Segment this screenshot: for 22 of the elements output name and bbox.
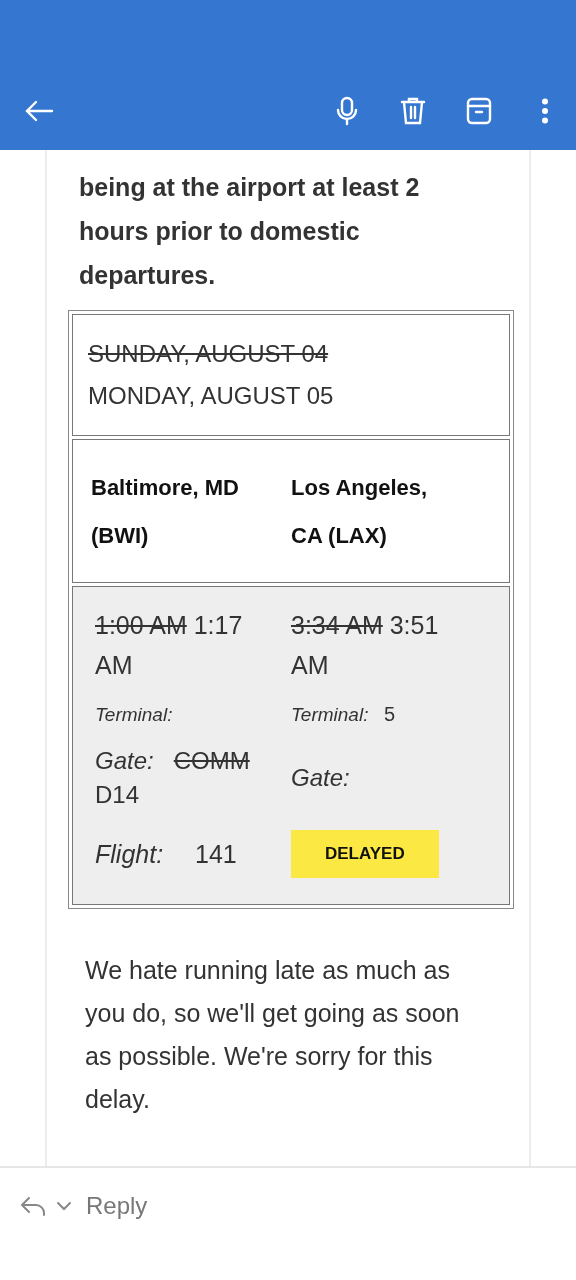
- gate-info: Gate:: [291, 763, 351, 793]
- reminder-text: being at the airport at least 2 hours prior to domestic departures.: [79, 172, 421, 291]
- flight-info: Flight: 141: [95, 839, 238, 869]
- delete-icon[interactable]: [400, 96, 426, 126]
- back-icon[interactable]: [24, 99, 54, 123]
- chevron-down-icon: [56, 1201, 72, 1211]
- archive-icon[interactable]: [466, 97, 492, 125]
- previous-date: SUNDAY, AUGUST 04: [88, 339, 330, 369]
- arrival-time: 3:34 AM 3:51 AM: [291, 610, 440, 681]
- terminal-info: Terminal:: [95, 703, 174, 726]
- arrival-city: Los Angeles, CA (LAX): [291, 474, 429, 550]
- terminal-info: Terminal: 5: [291, 703, 397, 726]
- more-icon[interactable]: [541, 98, 549, 124]
- current-date: MONDAY, AUGUST 05: [88, 381, 335, 411]
- departure-time: 1:00 AM 1:17 AM: [95, 610, 244, 681]
- reply-icon: [20, 1195, 48, 1217]
- message-text: We hate running late as much as you do, so we'll get going as soon as possible. We're sorry for this delay.: [85, 955, 461, 1115]
- departure-city: Baltimore, MD (BWI): [91, 474, 240, 550]
- microphone-icon[interactable]: [336, 96, 358, 126]
- status-badge: DELAYED: [291, 830, 439, 878]
- reply-button[interactable]: Reply: [20, 1192, 148, 1220]
- gate-info: Gate: COMM D14: [95, 746, 251, 810]
